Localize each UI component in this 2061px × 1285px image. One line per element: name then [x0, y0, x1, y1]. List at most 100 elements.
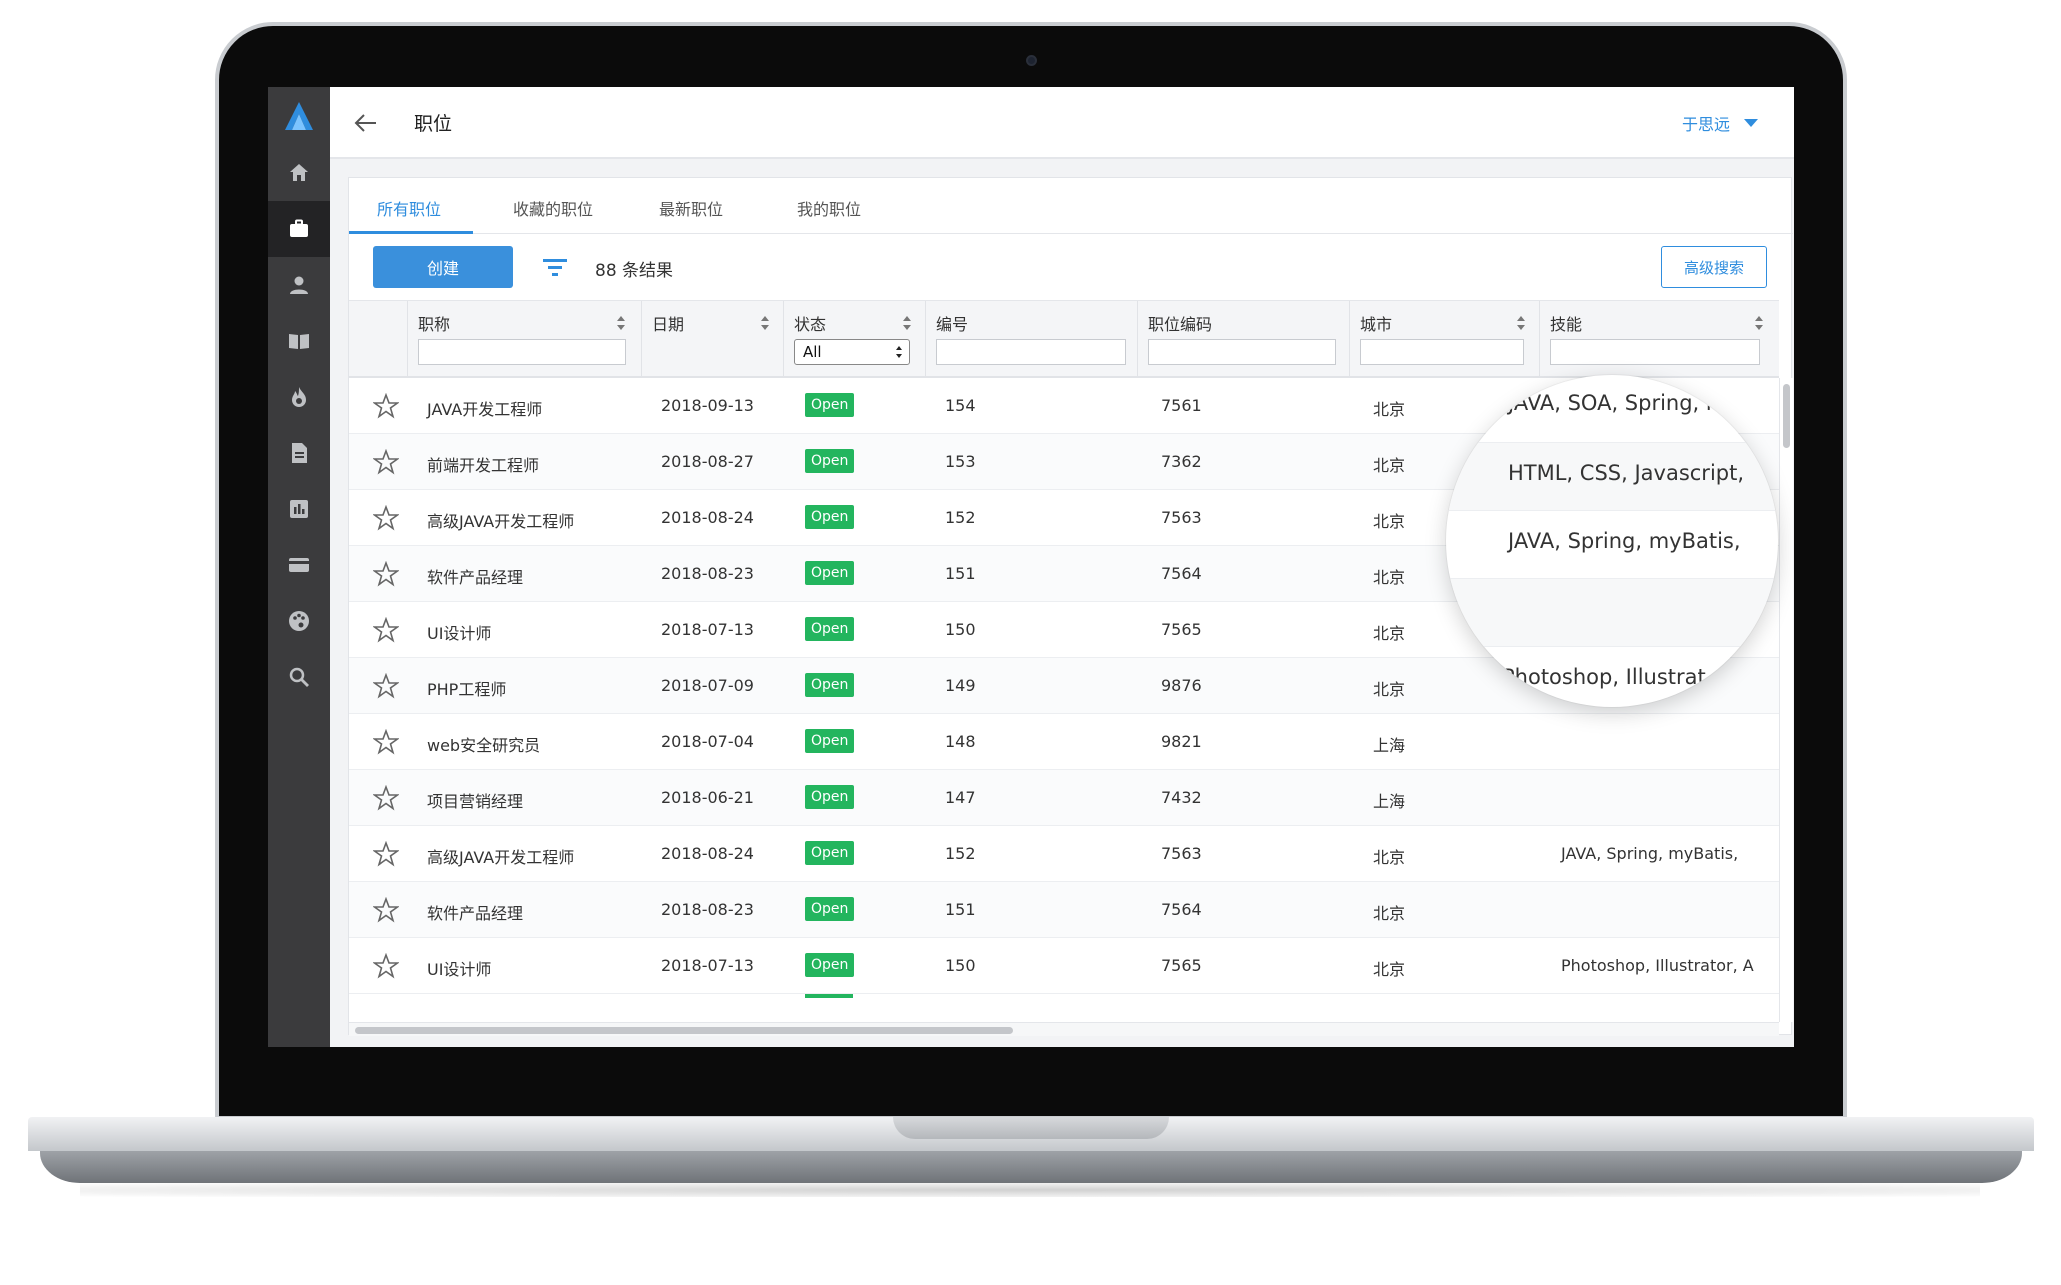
- cell-city: 北京: [1373, 512, 1406, 531]
- cell-title: 软件产品经理: [427, 904, 524, 923]
- sort-icon[interactable]: [1754, 315, 1764, 331]
- nav-hot[interactable]: [268, 369, 330, 425]
- code-filter-input[interactable]: [1148, 339, 1336, 365]
- nav-library[interactable]: [268, 313, 330, 369]
- tab-favorite-jobs[interactable]: 收藏的职位: [513, 196, 593, 220]
- star-icon[interactable]: [373, 393, 399, 419]
- sidebar: [268, 87, 330, 1047]
- star-icon[interactable]: [373, 729, 399, 755]
- home-icon: [290, 164, 308, 181]
- column-header-skills: 技能: [1539, 301, 1779, 377]
- table-row[interactable]: UI设计师 2018-07-13 Open 150 7565 北京 Photos…: [349, 938, 1779, 994]
- skills-magnifier: JAVA, SOA, Spring, myB HTML, CSS, Javasc…: [1446, 375, 1778, 707]
- nav-jobs[interactable]: [268, 201, 330, 257]
- status-badge: Open: [805, 897, 855, 921]
- cell-number: 151: [945, 564, 976, 583]
- cell-date: 2018-08-24: [661, 508, 754, 527]
- status-badge: Open: [805, 673, 855, 697]
- cell-city: 上海: [1373, 736, 1406, 755]
- cell-number: 147: [945, 788, 976, 807]
- nav-home[interactable]: [268, 145, 330, 201]
- cell-code: 7561: [1161, 396, 1202, 415]
- back-arrow-icon[interactable]: [352, 109, 380, 137]
- tab-latest-jobs[interactable]: 最新职位: [659, 196, 723, 220]
- magnifier-row: [1446, 579, 1778, 647]
- table-header: 职称 日期 状态 All 编号 职位编码 城市 技能: [349, 300, 1779, 378]
- sort-icon[interactable]: [616, 315, 626, 331]
- tab-all-jobs[interactable]: 所有职位: [377, 196, 441, 220]
- cell-number: 150: [945, 620, 976, 639]
- title-filter-input[interactable]: [418, 339, 626, 365]
- cell-title: web安全研究员: [427, 736, 541, 755]
- status-badge: Open: [805, 841, 855, 865]
- skills-filter-input[interactable]: [1550, 339, 1760, 365]
- cell-code: 7563: [1161, 508, 1202, 527]
- star-icon[interactable]: [373, 673, 399, 699]
- status-badge-partial: [805, 994, 853, 998]
- star-icon[interactable]: [373, 561, 399, 587]
- laptop-notch: [893, 1117, 1169, 1139]
- magnifier-row: Photoshop, Illustrat: [1446, 647, 1778, 707]
- sort-icon[interactable]: [1516, 315, 1526, 331]
- search-icon: [289, 667, 309, 687]
- cell-date: 2018-06-21: [661, 788, 754, 807]
- horizontal-scroll-thumb[interactable]: [355, 1027, 1013, 1034]
- cell-code: 7564: [1161, 900, 1202, 919]
- nav-documents[interactable]: [268, 425, 330, 481]
- user-name: 于思远: [1681, 115, 1730, 134]
- horizontal-scrollbar[interactable]: [349, 1022, 1779, 1036]
- advanced-search-button[interactable]: 高级搜索: [1661, 246, 1767, 288]
- vertical-scroll-thumb[interactable]: [1783, 384, 1790, 448]
- cell-date: 2018-08-27: [661, 452, 754, 471]
- magnifier-row: JAVA, Spring, myBatis,: [1446, 511, 1778, 579]
- credit-card-icon: [289, 558, 309, 572]
- column-label-title: 职称: [418, 315, 451, 334]
- cell-number: 154: [945, 396, 976, 415]
- user-menu[interactable]: 于思远: [1682, 111, 1758, 135]
- star-icon[interactable]: [373, 841, 399, 867]
- table-row[interactable]: web安全研究员 2018-07-04 Open 148 9821 上海: [349, 714, 1779, 770]
- table-row[interactable]: 软件产品经理 2018-08-23 Open 151 7564 北京: [349, 882, 1779, 938]
- app-logo[interactable]: [282, 99, 316, 133]
- status-filter-select[interactable]: All: [794, 339, 910, 365]
- book-icon: [289, 334, 309, 349]
- table-row[interactable]: 项目营销经理 2018-06-21 Open 147 7432 上海: [349, 770, 1779, 826]
- nav-search[interactable]: [268, 649, 330, 705]
- vertical-scrollbar[interactable]: [1779, 378, 1793, 1022]
- sort-icon[interactable]: [902, 315, 912, 331]
- cell-title: 项目营销经理: [427, 792, 524, 811]
- nav-people[interactable]: [268, 257, 330, 313]
- flame-icon: [292, 387, 306, 407]
- webcam: [1026, 55, 1037, 66]
- cell-code: 7432: [1161, 788, 1202, 807]
- star-icon[interactable]: [373, 449, 399, 475]
- column-header-code: 职位编码: [1137, 301, 1349, 377]
- nav-reports[interactable]: [268, 481, 330, 537]
- star-icon[interactable]: [373, 897, 399, 923]
- filter-icon[interactable]: [541, 254, 569, 280]
- cell-date: 2018-09-13: [661, 396, 754, 415]
- number-filter-input[interactable]: [936, 339, 1126, 365]
- star-icon[interactable]: [373, 617, 399, 643]
- table-row-partial[interactable]: [349, 994, 1779, 1022]
- cell-date: 2018-07-09: [661, 676, 754, 695]
- city-filter-input[interactable]: [1360, 339, 1524, 365]
- cell-title: 高级JAVA开发工程师: [427, 512, 575, 531]
- cell-number: 151: [945, 900, 976, 919]
- cell-date: 2018-08-23: [661, 564, 754, 583]
- star-icon[interactable]: [373, 785, 399, 811]
- cell-number: 152: [945, 508, 976, 527]
- cell-number: 150: [945, 956, 976, 975]
- star-icon[interactable]: [373, 953, 399, 979]
- magnifier-text: JAVA, SOA, Spring, myB: [1508, 391, 1754, 415]
- create-button[interactable]: 创建: [373, 246, 513, 288]
- cell-skills: JAVA, Spring, myBatis,: [1561, 844, 1739, 863]
- cell-title: 高级JAVA开发工程师: [427, 848, 575, 867]
- nav-themes[interactable]: [268, 593, 330, 649]
- app-screen: 职位 于思远 所有职位 收藏的职位 最新职位 我的职位 创建 88 条结果 高级…: [268, 87, 1794, 1047]
- table-row[interactable]: 高级JAVA开发工程师 2018-08-24 Open 152 7563 北京 …: [349, 826, 1779, 882]
- tab-my-jobs[interactable]: 我的职位: [797, 196, 861, 220]
- star-icon[interactable]: [373, 505, 399, 531]
- nav-billing[interactable]: [268, 537, 330, 593]
- sort-icon[interactable]: [760, 315, 770, 331]
